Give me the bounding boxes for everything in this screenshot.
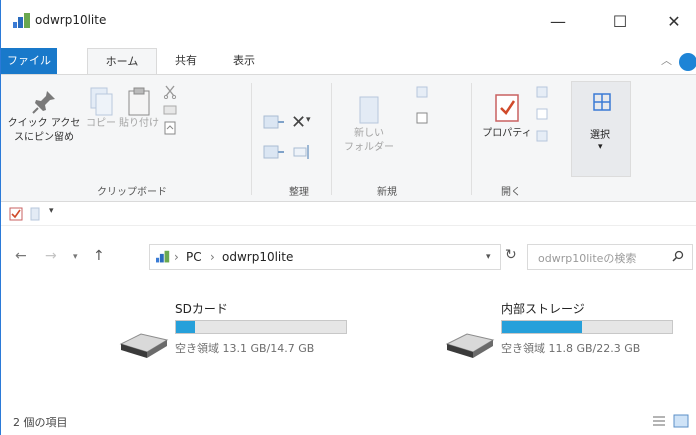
breadcrumb-separator-icon[interactable]: ›: [174, 250, 179, 264]
organize-group-label: 整理: [289, 187, 309, 198]
close-button[interactable]: ✕: [651, 0, 696, 42]
pin-label-line2: スにピン留め: [14, 132, 74, 143]
pin-quick-access-button[interactable]: クイック アクセ スにピン留め: [5, 87, 83, 145]
copy-label: コピー: [86, 118, 116, 129]
delete-icon[interactable]: ✕: [291, 112, 306, 133]
edit-icon[interactable]: [535, 107, 549, 121]
tab-view[interactable]: 表示: [223, 48, 265, 74]
tab-share[interactable]: 共有: [165, 48, 207, 74]
forward-icon[interactable]: →: [45, 248, 57, 264]
paste-label: 貼り付け: [119, 118, 159, 129]
drive-free-space: 空き領域 13.1 GB/14.7 GB: [175, 342, 315, 355]
paste-button[interactable]: 貼り付け: [119, 87, 159, 131]
tab-file[interactable]: ファイル: [1, 48, 57, 74]
drive-usage-fill: [176, 321, 195, 333]
copy-path-icon[interactable]: [163, 103, 177, 117]
explorer-window: odwrp10lite — ☐ ✕ ファイル ホーム 共有 表示 ︿ クイック …: [0, 0, 696, 435]
select-label: 選択: [590, 130, 610, 141]
recent-locations-icon[interactable]: ▾: [73, 252, 78, 262]
navigation-bar: ← → ▾ ↑ › PC › odwrp10lite ▾ ↻ odwrp10li…: [1, 242, 696, 272]
properties-check-icon: [495, 94, 519, 122]
drive-internal-storage[interactable]: 内部ストレージ 空き領域 11.8 GB/22.3 GB: [445, 300, 685, 372]
paste-shortcut-icon[interactable]: [163, 121, 177, 135]
window-title: odwrp10lite: [35, 13, 107, 27]
ribbon-tabs: ファイル ホーム 共有 表示 ︿: [1, 48, 696, 74]
copy-to-icon[interactable]: [263, 143, 285, 161]
new-folder-label-line1: 新しい: [354, 128, 384, 139]
help-icon[interactable]: [679, 53, 696, 71]
properties-label: プロパティ: [482, 128, 532, 139]
back-icon[interactable]: ←: [15, 248, 27, 264]
drive-free-space: 空き領域 11.8 GB/22.3 GB: [501, 342, 641, 355]
search-placeholder: odwrp10liteの検索: [538, 252, 637, 265]
minimize-button[interactable]: —: [535, 0, 581, 42]
drive-name: 内部ストレージ: [501, 302, 585, 316]
refresh-icon[interactable]: ↻: [505, 247, 517, 263]
tab-home[interactable]: ホーム: [87, 48, 157, 74]
select-button[interactable]: 選択 ▾: [571, 81, 631, 177]
new-folder-button[interactable]: 新しい フォルダー: [339, 87, 399, 155]
paste-icon: [128, 87, 150, 116]
easy-access-icon[interactable]: [415, 111, 429, 125]
move-to-icon[interactable]: [263, 113, 285, 131]
group-divider: [471, 83, 472, 195]
large-icons-view-icon[interactable]: [673, 414, 689, 428]
delete-dropdown-icon[interactable]: ▾: [306, 115, 311, 125]
drive-sd-card[interactable]: SDカード 空き領域 13.1 GB/14.7 GB: [119, 300, 359, 372]
up-icon[interactable]: ↑: [93, 248, 105, 264]
group-divider: [251, 83, 252, 195]
item-count: 2 個の項目: [13, 416, 68, 429]
copy-icon: [90, 87, 113, 116]
address-dropdown-icon[interactable]: ▾: [486, 252, 491, 262]
drive-usage-bar: [501, 320, 673, 334]
address-drive-icon: [156, 250, 170, 263]
history-icon[interactable]: [535, 129, 549, 143]
qat-properties-icon[interactable]: [9, 207, 23, 221]
details-view-icon[interactable]: [651, 414, 667, 428]
quick-access-toolbar: ▾: [1, 202, 696, 226]
new-folder-icon: [359, 96, 379, 124]
new-item-icon[interactable]: [415, 85, 429, 99]
select-dropdown-icon: ▾: [598, 142, 603, 152]
properties-button[interactable]: プロパティ: [477, 87, 537, 141]
select-grid-icon: [593, 93, 611, 111]
removable-drive-icon: [119, 333, 169, 358]
search-box[interactable]: odwrp10liteの検索: [527, 244, 693, 270]
qat-new-folder-icon[interactable]: [29, 207, 41, 221]
rename-icon[interactable]: [293, 143, 311, 161]
cut-icon[interactable]: [163, 85, 177, 99]
qat-customize-icon[interactable]: ▾: [49, 206, 54, 216]
drive-usage-bar: [175, 320, 347, 334]
drive-name: SDカード: [175, 302, 228, 316]
new-folder-label-line2: フォルダー: [344, 142, 394, 153]
breadcrumb-separator-icon[interactable]: ›: [210, 250, 215, 264]
pin-icon: [32, 91, 55, 114]
breadcrumb-device[interactable]: odwrp10lite: [222, 250, 293, 264]
search-icon[interactable]: [672, 250, 684, 262]
clipboard-group-label: クリップボード: [97, 187, 167, 198]
removable-drive-icon: [445, 333, 495, 358]
ribbon-home: クイック アクセ スにピン留め コピー 貼り付け クリップボード ✕ ▾ 整理 …: [1, 74, 696, 202]
open-group-label: 開く: [501, 187, 521, 198]
copy-button[interactable]: コピー: [83, 87, 119, 131]
status-bar: 2 個の項目: [1, 408, 696, 435]
address-bar[interactable]: › PC › odwrp10lite ▾: [149, 244, 501, 270]
title-bar: odwrp10lite — ☐ ✕: [1, 0, 696, 42]
drive-usage-fill: [502, 321, 582, 333]
collapse-ribbon-icon[interactable]: ︿: [661, 52, 672, 68]
breadcrumb-pc[interactable]: PC: [186, 250, 202, 264]
drive-app-icon: [13, 13, 30, 28]
open-icon[interactable]: [535, 85, 549, 99]
group-divider: [331, 83, 332, 195]
maximize-button[interactable]: ☐: [597, 0, 643, 42]
new-group-label: 新規: [377, 187, 397, 198]
pin-label-line1: クイック アクセ: [7, 118, 81, 129]
